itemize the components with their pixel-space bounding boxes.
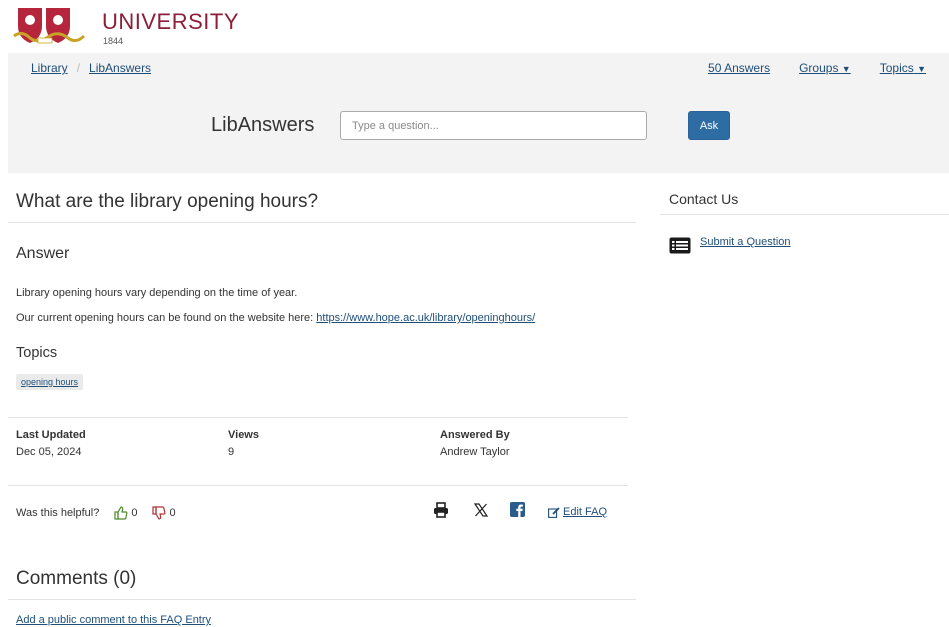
- top-nav: 50 Answers Groups ▼ Topics ▼: [708, 61, 926, 75]
- caret-down-icon: ▼: [841, 64, 851, 74]
- x-icon[interactable]: [474, 502, 488, 518]
- edit-faq-label: Edit FAQ: [563, 506, 608, 518]
- thumbs-down-icon: [152, 506, 166, 520]
- edit-faq-link[interactable]: Edit FAQ: [548, 506, 607, 518]
- add-comment-link[interactable]: Add a public comment to this FAQ Entry: [16, 614, 211, 626]
- ask-button[interactable]: Ask: [688, 111, 730, 140]
- breadcrumb-libanswers[interactable]: LibAnswers: [89, 61, 151, 75]
- last-updated-value: Dec 05, 2024: [16, 446, 82, 458]
- divider: [660, 214, 949, 215]
- views-value: 9: [228, 446, 235, 458]
- libanswers-title: LibAnswers: [211, 114, 315, 136]
- thumbs-down-button[interactable]: 0: [152, 506, 176, 520]
- submit-question-item: Submit a Question: [669, 236, 791, 254]
- helpful-question: Was this helpful?: [16, 507, 100, 519]
- answered-by-value: Andrew Taylor: [440, 446, 510, 458]
- divider: [8, 485, 628, 486]
- thumbs-up-count: 0: [131, 507, 138, 519]
- topics-label: Topics: [879, 61, 914, 75]
- thumbs-down-count: 0: [169, 507, 176, 519]
- university-name: UNIVERSITY: [102, 9, 240, 34]
- question-search-input[interactable]: [340, 111, 647, 140]
- caret-down-icon: ▼: [917, 64, 926, 74]
- divider: [8, 599, 636, 600]
- comments-heading: Comments (0): [16, 568, 137, 589]
- site-header: UNIVERSITY 1844: [0, 0, 949, 52]
- breadcrumb-separator: /: [76, 61, 81, 75]
- edit-icon: [548, 506, 560, 518]
- founded-year: 1844: [103, 36, 124, 46]
- search-band: Library / LibAnswers 50 Answers Groups ▼ T…: [8, 53, 949, 173]
- answer-text-link-line: Our current opening hours can be found o…: [16, 312, 535, 324]
- thumbs-up-button[interactable]: 0: [114, 506, 137, 520]
- helpful-row: Was this helpful? 0 0: [16, 506, 176, 520]
- breadcrumb: Library / LibAnswers: [31, 61, 151, 75]
- breadcrumb-library[interactable]: Library: [31, 61, 68, 75]
- answered-by-label: Answered By: [440, 429, 510, 441]
- topics-dropdown[interactable]: Topics ▼: [880, 61, 926, 75]
- answer-heading: Answer: [16, 245, 70, 262]
- divider: [8, 222, 636, 223]
- faq-question-title: What are the library opening hours?: [16, 191, 319, 212]
- groups-label: Groups: [799, 61, 839, 75]
- topics-heading: Topics: [16, 345, 58, 361]
- facebook-icon[interactable]: [510, 502, 525, 517]
- thumbs-up-icon: [114, 506, 128, 520]
- last-updated-label: Last Updated: [16, 429, 86, 441]
- contact-us-heading: Contact Us: [669, 191, 739, 207]
- groups-dropdown[interactable]: Groups ▼: [799, 61, 851, 75]
- opening-hours-link[interactable]: https://www.hope.ac.uk/library/openingho…: [316, 312, 535, 324]
- views-label: Views: [228, 429, 259, 441]
- answer-text: Library opening hours vary depending on …: [16, 287, 298, 299]
- answer-link-prefix: Our current opening hours can be found o…: [16, 312, 314, 324]
- divider: [8, 417, 628, 418]
- university-crest-logo[interactable]: [12, 8, 87, 46]
- list-form-icon: [669, 237, 691, 254]
- answers-count-link[interactable]: 50 Answers: [708, 61, 770, 75]
- topic-tag-opening-hours[interactable]: opening hours: [16, 374, 84, 390]
- submit-question-link[interactable]: Submit a Question: [700, 236, 791, 248]
- print-icon[interactable]: [433, 502, 449, 518]
